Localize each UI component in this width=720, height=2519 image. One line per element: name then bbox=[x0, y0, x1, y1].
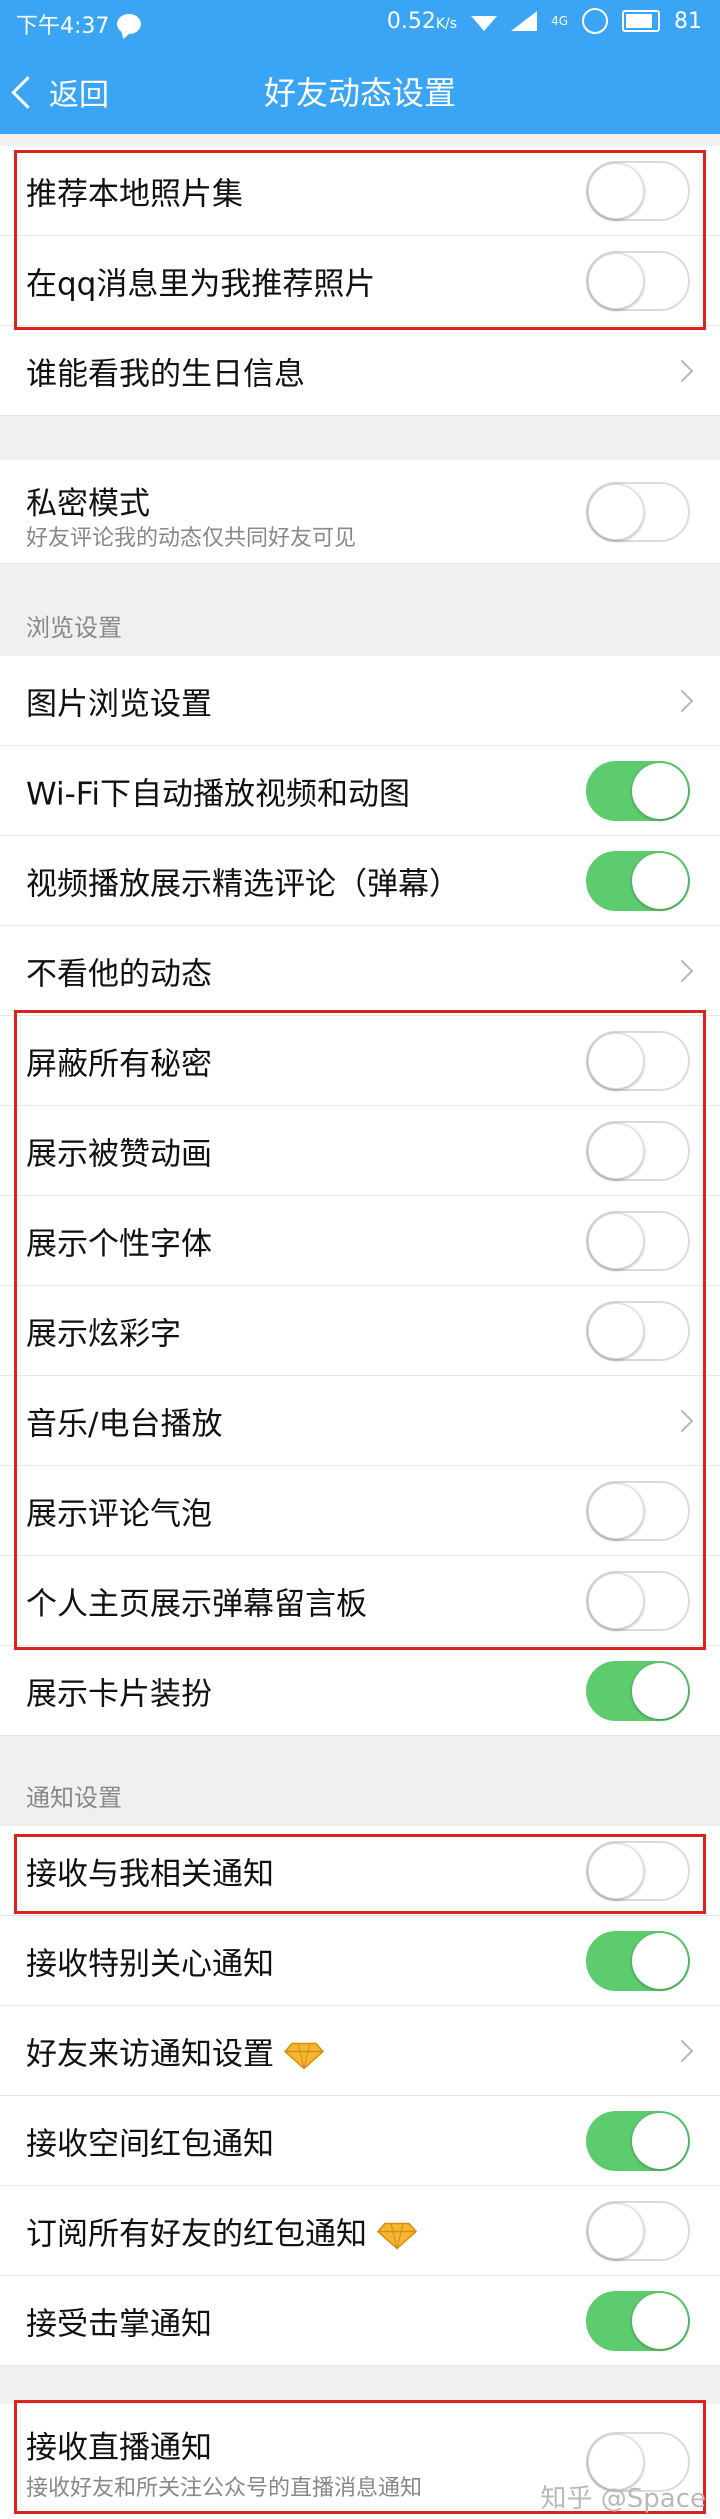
toggle-switch[interactable] bbox=[586, 1660, 690, 1721]
page-title: 好友动态设置 bbox=[263, 74, 456, 112]
setting-row-birthday-visibility[interactable]: 谁能看我的生日信息 bbox=[0, 326, 720, 416]
setting-label: 屏蔽所有秘密 bbox=[26, 1046, 212, 1082]
setting-row-subscribe-red-packet[interactable]: 订阅所有好友的红包通知 bbox=[0, 2186, 720, 2276]
setting-row-card-decoration[interactable]: 展示卡片装扮 bbox=[0, 1646, 720, 1736]
chevron-right-icon bbox=[670, 959, 694, 982]
setting-label: 展示被赞动画 bbox=[26, 1136, 212, 1172]
setting-row-red-packet-notify[interactable]: 接收空间红包通知 bbox=[0, 2096, 720, 2186]
setting-row-special-care-notify[interactable]: 接收特别关心通知 bbox=[0, 1916, 720, 2006]
section-header-notify: 通知设置 bbox=[26, 1784, 122, 1812]
setting-row-danmaku-board[interactable]: 个人主页展示弹幕留言板 bbox=[0, 1556, 720, 1646]
setting-label: 接收与我相关通知 bbox=[26, 1856, 274, 1892]
setting-label: 订阅所有好友的红包通知 bbox=[26, 2208, 417, 2253]
toggle-switch[interactable] bbox=[586, 1840, 690, 1901]
setting-label: 接受击掌通知 bbox=[26, 2306, 212, 2342]
setting-row-like-animation[interactable]: 展示被赞动画 bbox=[0, 1106, 720, 1196]
battery-icon bbox=[622, 10, 660, 32]
setting-label: 接收特别关心通知 bbox=[26, 1946, 274, 1982]
setting-description: 好友评论我的动态仅共同好友可见 bbox=[26, 526, 357, 551]
network-type: 4G bbox=[551, 14, 568, 28]
setting-row-related-notify[interactable]: 接收与我相关通知 bbox=[0, 1826, 720, 1916]
setting-label: Wi-Fi下自动播放视频和动图 bbox=[26, 776, 410, 812]
setting-label: 视频播放展示精选评论（弹幕） bbox=[26, 866, 460, 902]
toggle-switch[interactable] bbox=[586, 160, 690, 221]
setting-row-hide-their-feed[interactable]: 不看他的动态 bbox=[0, 926, 720, 1016]
chevron-right-icon bbox=[670, 1409, 694, 1432]
setting-description: 接收好友和所关注公众号的直播消息通知 bbox=[26, 2476, 423, 2501]
setting-label: 好友来访通知设置 bbox=[26, 2028, 324, 2073]
setting-row-recommend-local-album[interactable]: 推荐本地照片集 bbox=[0, 146, 720, 236]
setting-label: 展示卡片装扮 bbox=[26, 1676, 212, 1712]
hd-icon bbox=[582, 8, 608, 34]
watermark: 知乎 @Space bbox=[540, 2484, 707, 2514]
nav-bar: 返回 好友动态设置 bbox=[0, 46, 720, 134]
toggle-switch[interactable] bbox=[586, 1570, 690, 1631]
toggle-switch[interactable] bbox=[586, 250, 690, 311]
setting-row-block-secrets[interactable]: 屏蔽所有秘密 bbox=[0, 1016, 720, 1106]
chevron-right-icon bbox=[670, 689, 694, 712]
signal-icon bbox=[511, 11, 538, 31]
setting-label: 不看他的动态 bbox=[26, 956, 212, 992]
setting-row-custom-font[interactable]: 展示个性字体 bbox=[0, 1196, 720, 1286]
setting-row-wifi-autoplay[interactable]: Wi-Fi下自动播放视频和动图 bbox=[0, 746, 720, 836]
setting-row-visit-notify[interactable]: 好友来访通知设置 bbox=[0, 2006, 720, 2096]
toggle-switch[interactable] bbox=[586, 1480, 690, 1541]
toggle-switch[interactable] bbox=[586, 1930, 690, 1991]
setting-label: 展示评论气泡 bbox=[26, 1496, 212, 1532]
setting-label: 图片浏览设置 bbox=[26, 686, 212, 722]
toggle-switch[interactable] bbox=[586, 1300, 690, 1361]
setting-label: 谁能看我的生日信息 bbox=[26, 356, 305, 392]
wifi-icon bbox=[471, 16, 498, 31]
setting-label: 接收直播通知 bbox=[26, 2430, 212, 2466]
setting-label: 接收空间红包通知 bbox=[26, 2126, 274, 2162]
setting-label: 在qq消息里为我推荐照片 bbox=[26, 266, 376, 302]
setting-row-high-five-notify[interactable]: 接受击掌通知 bbox=[0, 2276, 720, 2366]
setting-label: 音乐/电台播放 bbox=[26, 1406, 223, 1442]
setting-row-video-danmaku[interactable]: 视频播放展示精选评论（弹幕） bbox=[0, 836, 720, 926]
setting-label: 推荐本地照片集 bbox=[26, 176, 243, 212]
diamond-icon bbox=[284, 2042, 324, 2070]
toggle-switch[interactable] bbox=[586, 481, 690, 542]
toggle-switch[interactable] bbox=[586, 2110, 690, 2171]
diamond-icon bbox=[377, 2222, 417, 2250]
setting-row-private-mode[interactable]: 私密模式 好友评论我的动态仅共同好友可见 bbox=[0, 460, 720, 564]
toggle-switch[interactable] bbox=[586, 850, 690, 911]
setting-row-comment-bubble[interactable]: 展示评论气泡 bbox=[0, 1466, 720, 1556]
toggle-switch[interactable] bbox=[586, 1210, 690, 1271]
setting-label: 展示炫彩字 bbox=[26, 1316, 181, 1352]
section-header-browse: 浏览设置 bbox=[26, 614, 122, 642]
setting-row-image-browse[interactable]: 图片浏览设置 bbox=[0, 656, 720, 746]
status-time: 下午4:37 bbox=[16, 14, 110, 39]
toggle-switch[interactable] bbox=[586, 1030, 690, 1091]
toggle-switch[interactable] bbox=[586, 2200, 690, 2261]
setting-label: 展示个性字体 bbox=[26, 1226, 212, 1262]
toggle-switch[interactable] bbox=[586, 1120, 690, 1181]
setting-row-colorful-text[interactable]: 展示炫彩字 bbox=[0, 1286, 720, 1376]
setting-row-recommend-photos-in-qq[interactable]: 在qq消息里为我推荐照片 bbox=[0, 236, 720, 326]
toggle-switch[interactable] bbox=[586, 2290, 690, 2351]
chevron-right-icon bbox=[670, 359, 694, 382]
status-bar: 下午4:37 0.52K/s 4G 81 bbox=[0, 0, 720, 46]
setting-label: 个人主页展示弹幕留言板 bbox=[26, 1586, 367, 1622]
setting-label: 私密模式 bbox=[26, 486, 150, 522]
setting-row-music-radio[interactable]: 音乐/电台播放 bbox=[0, 1376, 720, 1466]
network-speed: 0.52K/s bbox=[386, 8, 458, 34]
chevron-right-icon bbox=[670, 2039, 694, 2062]
chat-bubble-icon bbox=[117, 14, 142, 34]
battery-level: 81 bbox=[674, 8, 702, 34]
toggle-switch[interactable] bbox=[586, 760, 690, 821]
